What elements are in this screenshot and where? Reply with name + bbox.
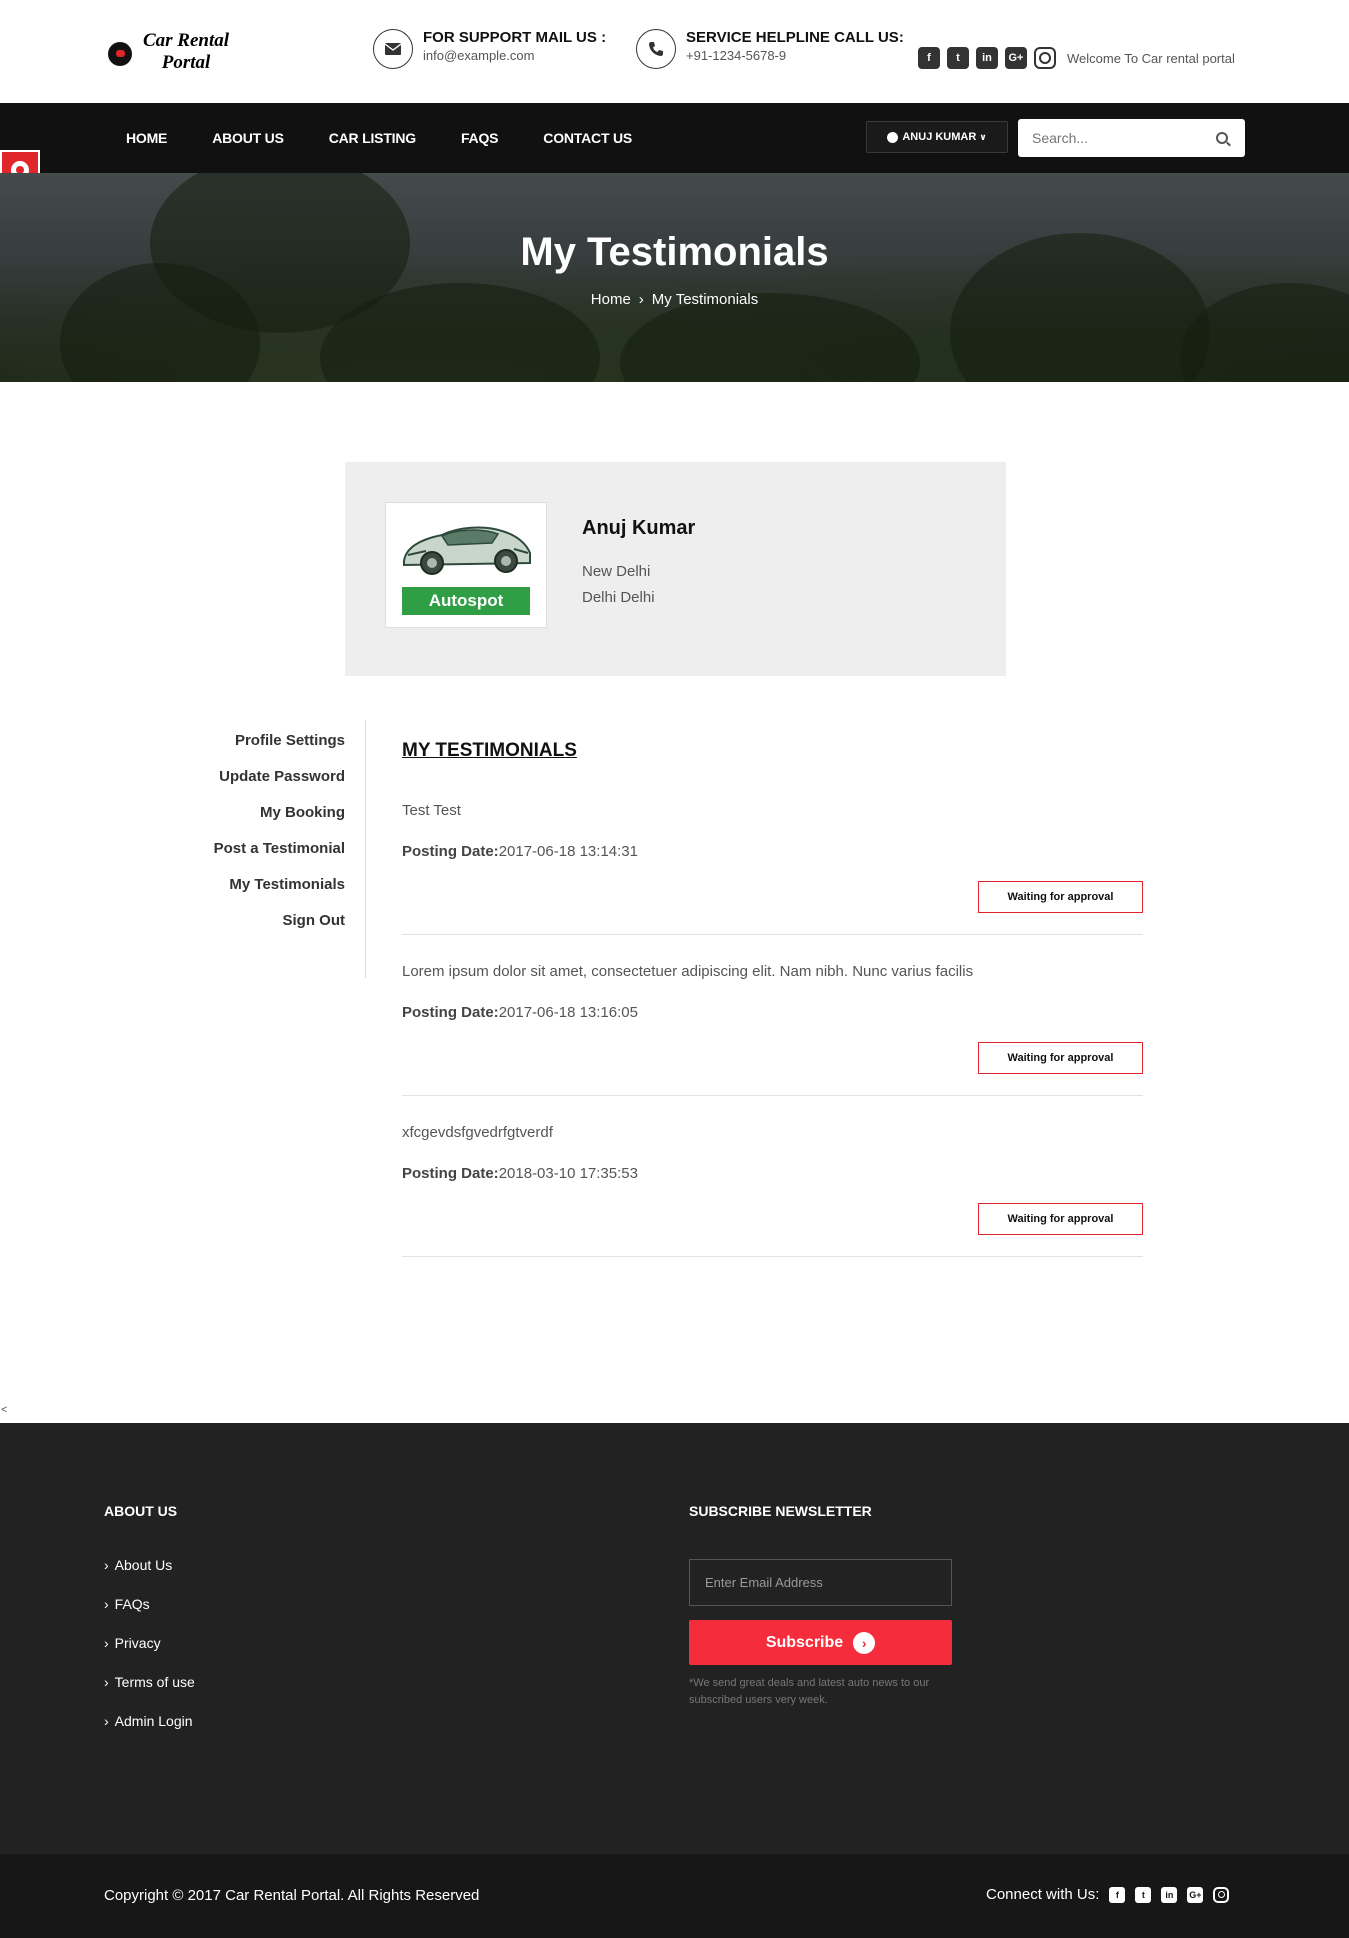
status-badge: Waiting for approval — [978, 1042, 1143, 1074]
envelope-icon — [373, 29, 413, 69]
twitter-icon[interactable]: t — [1135, 1886, 1152, 1903]
chevron-down-icon: ∨ — [979, 131, 987, 142]
helpline-phone[interactable]: +91-1234-5678-9 — [686, 47, 904, 65]
testimonial-text: Lorem ipsum dolor sit amet, consectetuer… — [402, 963, 974, 980]
phone-icon — [636, 29, 676, 69]
section-title: MY TESTIMONIALS — [402, 740, 577, 761]
footer-link-admin-login[interactable]: Admin Login — [104, 1713, 195, 1752]
search-input[interactable] — [1018, 130, 1208, 146]
profile-state: Delhi Delhi — [582, 589, 655, 606]
account-sidebar: Profile Settings Update Password My Book… — [170, 720, 366, 978]
car-illustration — [403, 526, 531, 575]
page-title: My Testimonials — [520, 230, 829, 274]
posting-date-label: Posting Date: — [402, 1165, 499, 1182]
logo-icon — [108, 42, 132, 66]
support-mail-block: FOR SUPPORT MAIL US : info@example.com — [373, 29, 606, 69]
page-banner: My Testimonials Home › My Testimonials — [0, 173, 1349, 382]
footer-link-about-us[interactable]: About Us — [104, 1557, 195, 1596]
linkedin-icon[interactable]: in — [1161, 1886, 1178, 1903]
bottom-bar: Copyright © 2017 Car Rental Portal. All … — [0, 1854, 1349, 1938]
connect-label: Connect with Us: — [986, 1886, 1100, 1903]
footer-link-privacy[interactable]: Privacy — [104, 1635, 195, 1674]
welcome-text: Welcome To Car rental portal — [1067, 50, 1235, 66]
subscribe-button[interactable]: Subscribe › — [689, 1620, 952, 1665]
breadcrumb: Home › My Testimonials — [0, 291, 1349, 308]
posting-date-label: Posting Date: — [402, 1004, 499, 1021]
posting-date-value: 2017-06-18 13:14:31 — [498, 843, 638, 860]
instagram-icon[interactable] — [1213, 1886, 1230, 1903]
newsletter-email-input[interactable]: Enter Email Address — [689, 1559, 952, 1606]
nav-faqs[interactable]: FAQS — [461, 130, 499, 146]
nav-home[interactable]: HOME — [126, 130, 167, 146]
main-navbar: HOME ABOUT US CAR LISTING FAQS CONTACT U… — [0, 103, 1349, 173]
search-icon[interactable] — [1216, 132, 1228, 144]
stray-character: < — [1, 1404, 8, 1416]
linkedin-icon[interactable]: in — [976, 47, 998, 69]
sidebar-item-my-testimonials[interactable]: My Testimonials — [170, 867, 365, 903]
profile-name: Anuj Kumar — [582, 517, 696, 539]
arrow-right-icon: › — [853, 1631, 876, 1654]
support-mail-title: FOR SUPPORT MAIL US : — [423, 29, 607, 46]
logo-line-2: Portal — [161, 52, 211, 73]
nav-contact-us[interactable]: CONTACT US — [543, 130, 632, 146]
profile-card: Autospot Anuj Kumar New Delhi Delhi Delh… — [345, 462, 1006, 676]
footer-about-heading: ABOUT US — [104, 1503, 178, 1519]
footer-links: About Us FAQs Privacy Terms of use Admin… — [104, 1557, 195, 1752]
sidebar-item-post-testimonial[interactable]: Post a Testimonial — [170, 831, 365, 867]
footer-newsletter-heading: SUBSCRIBE NEWSLETTER — [689, 1503, 872, 1519]
site-footer: ABOUT US About Us FAQs Privacy Terms of … — [0, 1423, 1349, 1854]
sidebar-item-sign-out[interactable]: Sign Out — [170, 903, 365, 939]
breadcrumb-separator-icon: › — [638, 291, 644, 308]
social-links-top: f t in G+ Welcome To Car rental portal — [918, 47, 1235, 69]
facebook-icon[interactable]: f — [918, 47, 940, 69]
testimonial-date: Posting Date:2017-06-18 13:14:31 — [402, 843, 638, 860]
sidebar-item-profile-settings[interactable]: Profile Settings — [170, 723, 365, 759]
breadcrumb-current: My Testimonials — [651, 291, 759, 308]
copyright-text: Copyright © 2017 Car Rental Portal. All … — [104, 1887, 480, 1904]
profile-city: New Delhi — [582, 563, 651, 580]
google-plus-icon[interactable]: G+ — [1187, 1886, 1204, 1903]
nav-about-us[interactable]: ABOUT US — [212, 130, 284, 146]
twitter-icon[interactable]: t — [947, 47, 969, 69]
testimonial-text: Test Test — [402, 802, 461, 819]
testimonial-date: Posting Date:2018-03-10 17:35:53 — [402, 1165, 638, 1182]
support-email[interactable]: info@example.com — [423, 47, 606, 65]
subscribe-label: Subscribe — [765, 1633, 844, 1651]
status-badge: Waiting for approval — [978, 1203, 1143, 1235]
facebook-icon[interactable]: f — [1109, 1886, 1126, 1903]
newsletter-note: *We send great deals and latest auto new… — [689, 1677, 930, 1706]
google-plus-icon[interactable]: G+ — [1005, 47, 1027, 69]
testimonial-item: Lorem ipsum dolor sit amet, consectetuer… — [402, 963, 1143, 1096]
site-logo[interactable]: Car Rental Portal — [108, 28, 238, 76]
posting-date-value: 2018-03-10 17:35:53 — [498, 1165, 638, 1182]
footer-link-terms[interactable]: Terms of use — [104, 1674, 195, 1713]
nav-links: HOME ABOUT US CAR LISTING FAQS CONTACT U… — [126, 103, 677, 173]
breadcrumb-home[interactable]: Home — [591, 291, 631, 308]
helpline-title: SERVICE HELPLINE CALL US: — [686, 29, 904, 46]
search-box — [1018, 119, 1245, 157]
user-menu-button[interactable]: ANUJ KUMAR ∨ — [866, 121, 1008, 153]
footer-link-faqs[interactable]: FAQs — [104, 1596, 195, 1635]
posting-date-label: Posting Date: — [402, 843, 499, 860]
testimonial-item: Test Test Posting Date:2017-06-18 13:14:… — [402, 802, 1143, 935]
posting-date-value: 2017-06-18 13:16:05 — [498, 1004, 638, 1021]
top-header: Car Rental Portal FOR SUPPORT MAIL US : … — [0, 0, 1349, 103]
instagram-icon[interactable] — [1034, 47, 1056, 69]
sidebar-item-update-password[interactable]: Update Password — [170, 759, 365, 795]
testimonial-item: xfcgevdsfgvedrfgtverdf Posting Date:2018… — [402, 1124, 1143, 1257]
testimonial-date: Posting Date:2017-06-18 13:16:05 — [402, 1004, 638, 1021]
connect-with-us: Connect with Us: f t in G+ — [986, 1886, 1230, 1903]
helpline-block: SERVICE HELPLINE CALL US: +91-1234-5678-… — [636, 29, 904, 69]
testimonial-text: xfcgevdsfgvedrfgtverdf — [402, 1124, 553, 1141]
sidebar-item-my-booking[interactable]: My Booking — [170, 795, 365, 831]
nav-car-listing[interactable]: CAR LISTING — [329, 130, 416, 146]
logo-line-1: Car Rental — [142, 30, 230, 51]
profile-image: Autospot — [385, 502, 547, 628]
user-icon — [887, 131, 899, 143]
user-name: ANUJ KUMAR — [902, 131, 977, 143]
status-badge: Waiting for approval — [978, 881, 1143, 913]
autospot-label: Autospot — [402, 587, 530, 615]
